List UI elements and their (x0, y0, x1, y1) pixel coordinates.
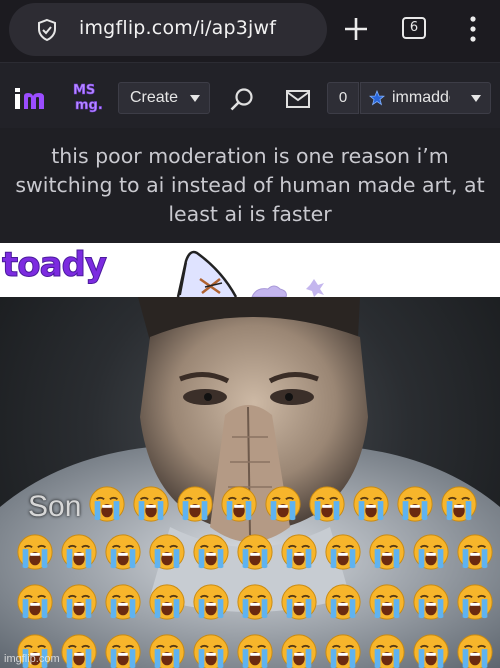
crying-face-icon (177, 486, 213, 522)
crying-face-icon (457, 584, 493, 620)
meme-image[interactable]: toady Son imgflip.com (0, 243, 500, 668)
crying-face-icon (105, 584, 141, 620)
crying-face-icon (17, 534, 53, 570)
crying-face-icon (149, 634, 185, 668)
tab-switcher-icon[interactable]: 6 (402, 17, 426, 39)
crying-face-icon (105, 634, 141, 668)
crying-face-icon (61, 584, 97, 620)
post-title: this poor moderation is one reason i’m s… (15, 144, 485, 226)
crying-face-icon (441, 486, 477, 522)
crying-face-icon (61, 634, 97, 668)
crying-face-icon (457, 534, 493, 570)
crying-face-icon (193, 584, 229, 620)
crying-face-icon (397, 486, 433, 522)
watermark: imgflip.com (4, 653, 60, 665)
crying-face-icon (193, 534, 229, 570)
crying-face-icon (325, 584, 361, 620)
crying-face-icon (265, 486, 301, 522)
crying-face-icon (281, 534, 317, 570)
search-icon[interactable] (229, 87, 255, 113)
browser-toolbar: imgflip.com/i/ap3jwf 6 (0, 0, 500, 62)
crying-face-icon (369, 584, 405, 620)
chevron-down-icon (190, 95, 200, 102)
shield-icon[interactable] (35, 18, 59, 42)
imgflip-logo[interactable] (14, 84, 50, 112)
svg-text:mg.: mg. (75, 98, 103, 113)
site-navbar: MS mg. Create 0 immaddc (0, 62, 500, 129)
svg-text:MS: MS (73, 83, 95, 98)
crying-face-icon (413, 534, 449, 570)
crying-face-icon (353, 486, 389, 522)
notification-count[interactable]: 0 (327, 82, 359, 114)
star-icon (369, 90, 385, 106)
crying-face-icon (237, 534, 273, 570)
crying-face-icon (237, 584, 273, 620)
user-menu-button[interactable]: immaddc (360, 82, 491, 114)
post-title-area: this poor moderation is one reason i’m s… (0, 128, 500, 243)
plus-icon[interactable] (343, 16, 369, 42)
crying-face-icon (369, 534, 405, 570)
crying-face-icon (309, 486, 345, 522)
hat-doodle (176, 250, 324, 297)
crying-face-icon (61, 534, 97, 570)
crying-face-icon (457, 634, 493, 668)
create-button[interactable]: Create (118, 82, 210, 114)
crying-face-icon (369, 634, 405, 668)
crying-face-icon (89, 486, 125, 522)
meme-top-strip: toady (0, 243, 500, 297)
crying-face-icon (17, 584, 53, 620)
meme-photo: Son imgflip.com (0, 297, 500, 668)
crying-face-icon (413, 634, 449, 668)
overflow-menu-icon[interactable] (468, 15, 478, 43)
url-text[interactable]: imgflip.com/i/ap3jwf (79, 17, 276, 39)
ms-stream-logo[interactable]: MS mg. (70, 81, 106, 115)
username: immaddc (392, 89, 450, 106)
chevron-down-icon (471, 95, 481, 102)
crying-face-icon (281, 634, 317, 668)
crying-face-icon (281, 584, 317, 620)
crying-face-icon (149, 584, 185, 620)
crying-face-icon (325, 534, 361, 570)
create-label: Create (130, 89, 179, 106)
crying-face-icon (413, 584, 449, 620)
mail-icon[interactable] (286, 90, 310, 108)
crying-face-icon (133, 486, 169, 522)
crying-face-icon (221, 486, 257, 522)
crying-face-icon (149, 534, 185, 570)
crying-face-icon (237, 634, 273, 668)
crying-face-icon (105, 534, 141, 570)
crying-face-icon (193, 634, 229, 668)
crying-face-icon (325, 634, 361, 668)
address-bar[interactable]: imgflip.com/i/ap3jwf (9, 3, 327, 56)
meme-caption: Son (28, 490, 82, 523)
